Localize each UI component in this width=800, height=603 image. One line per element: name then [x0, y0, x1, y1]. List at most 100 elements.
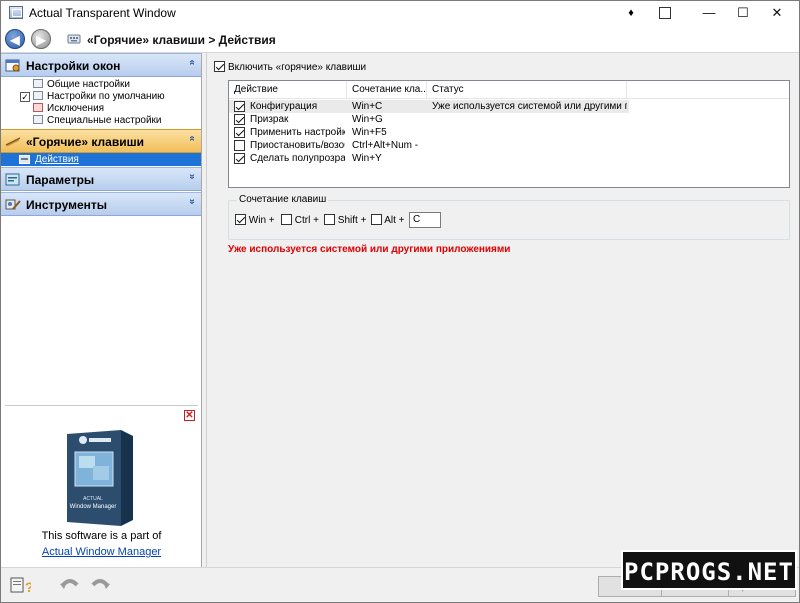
shortcut-value: Win+F5: [352, 127, 387, 138]
main-content: Включить «горячие» клавиши Действие Соче…: [206, 53, 799, 567]
box-product: Window Manager: [70, 504, 117, 510]
alt-label: Alt +: [384, 215, 405, 226]
actions-icon: [19, 155, 30, 164]
actual-window-manager-link[interactable]: Actual Window Manager: [42, 546, 161, 558]
app-window: Actual Transparent Window ♦ — ☐ ✕ ◀ ▶ «Г…: [0, 0, 800, 603]
shortcut-value: Ctrl+Alt+Num -: [352, 140, 419, 151]
tree-item-special[interactable]: Специальные настройки: [33, 115, 162, 127]
section-label: Инструменты: [26, 198, 108, 212]
tree-item-label: Исключения: [47, 103, 105, 114]
chevron-up-icon[interactable]: »: [187, 136, 198, 142]
column-header-status[interactable]: Статус: [427, 81, 627, 99]
navigation-bar: ◀ ▶ «Горячие» клавиши > Действия: [1, 25, 799, 53]
section-window-settings[interactable]: Настройки окон »: [1, 53, 201, 77]
list-item[interactable]: Применить настройки... Win+F5: [229, 126, 629, 139]
rollup-icon[interactable]: [659, 7, 671, 19]
actions-list[interactable]: Действие Сочетание кла... Статус Конфигу…: [228, 80, 790, 188]
row-checkbox[interactable]: [234, 140, 245, 151]
group-title: Сочетание клавиш: [237, 194, 329, 205]
shift-label: Shift +: [337, 215, 367, 226]
row-checkbox[interactable]: [234, 101, 245, 112]
tree-item-label: Общие настройки: [47, 79, 130, 90]
close-icon[interactable]: ✕: [184, 410, 195, 421]
shift-checkbox[interactable]: [324, 214, 335, 225]
row-checkbox[interactable]: [234, 153, 245, 164]
shortcut-value: Win+C: [352, 101, 383, 112]
win-label: Win +: [248, 215, 275, 226]
win-modifier[interactable]: Win +: [235, 214, 275, 226]
column-header-shortcut[interactable]: Сочетание кла...: [347, 81, 427, 99]
key-input[interactable]: C: [409, 212, 441, 228]
section-parameters[interactable]: Параметры »: [1, 167, 201, 191]
shortcut-value: Win+Y: [352, 153, 382, 164]
list-item[interactable]: Конфигурация Win+C Уже используется сист…: [229, 100, 629, 113]
tree-item-general[interactable]: Общие настройки: [33, 79, 130, 91]
forward-button[interactable]: ▶: [31, 29, 51, 49]
tree-item-label: Настройки по умолчанию: [47, 91, 165, 102]
section-label: Настройки окон: [26, 59, 121, 73]
ctrl-modifier[interactable]: Ctrl +: [281, 214, 319, 226]
status-value: Уже используется системой или другими пр…: [432, 101, 627, 112]
enable-hotkeys-label: Включить «горячие» клавиши: [228, 62, 367, 73]
tree-item-actions[interactable]: Действия: [1, 153, 201, 166]
title-bar[interactable]: Actual Transparent Window ♦ — ☐ ✕: [1, 1, 799, 25]
key-combination-group: Сочетание клавиш Win + Ctrl + Shift + Al…: [228, 194, 790, 240]
section-label: Параметры: [26, 173, 95, 187]
exclusions-icon: [33, 103, 43, 112]
parameters-icon: [5, 173, 20, 186]
row-checkbox[interactable]: [234, 114, 245, 125]
tree-item-label: Специальные настройки: [47, 115, 162, 126]
window-title: Actual Transparent Window: [29, 6, 176, 20]
settings-page-icon: [33, 91, 43, 100]
svg-text:?: ?: [25, 579, 31, 595]
error-message: Уже используется системой или другими пр…: [228, 244, 511, 255]
breadcrumb: «Горячие» клавиши > Действия: [87, 33, 276, 47]
undo-icon[interactable]: [59, 575, 81, 595]
chevron-down-icon[interactable]: »: [187, 174, 198, 180]
enable-hotkeys-row[interactable]: Включить «горячие» клавиши: [214, 61, 366, 73]
close-button[interactable]: ✕: [755, 1, 799, 25]
keyboard-icon: [67, 34, 81, 44]
alt-modifier[interactable]: Alt +: [371, 214, 405, 226]
section-tools[interactable]: Инструменты »: [1, 192, 201, 216]
tools-icon: [5, 199, 21, 210]
list-item[interactable]: Призрак Win+G: [229, 113, 629, 126]
section-label: «Горячие» клавиши: [26, 135, 144, 149]
alt-checkbox[interactable]: [371, 214, 382, 225]
action-name: Призрак: [250, 114, 289, 125]
column-header-action[interactable]: Действие: [229, 81, 347, 99]
chevron-up-icon[interactable]: »: [187, 60, 198, 66]
settings-page-icon: [33, 115, 43, 124]
enable-hotkeys-checkbox[interactable]: [214, 61, 225, 72]
product-box-image: ACTUAL Window Manager: [67, 430, 133, 526]
settings-page-icon: [33, 79, 43, 88]
shift-modifier[interactable]: Shift +: [324, 214, 366, 226]
promo-panel: ✕ ACTUAL Window Manager This software is…: [5, 405, 198, 564]
win-checkbox[interactable]: [235, 214, 246, 225]
app-window-icon: [9, 6, 23, 19]
box-brand: ACTUAL: [83, 496, 103, 502]
chevron-down-icon[interactable]: »: [187, 199, 198, 205]
tree-item-defaults[interactable]: Настройки по умолчанию: [33, 91, 165, 103]
tree-item-exclusions[interactable]: Исключения: [33, 103, 104, 115]
list-header: Действие Сочетание кла... Статус: [229, 81, 789, 99]
default-settings-checkbox[interactable]: ✓: [20, 92, 30, 102]
pin-icon[interactable]: ♦: [625, 7, 637, 19]
window-settings-icon: [5, 59, 20, 72]
action-name: Применить настройки...: [250, 127, 345, 138]
help-icon[interactable]: ?: [9, 575, 31, 595]
list-item[interactable]: Приостановить/возоб... Ctrl+Alt+Num -: [229, 139, 629, 152]
watermark-badge: PCPROGS.NET: [621, 550, 797, 590]
tree-item-label: Действия: [35, 154, 79, 165]
hotkey-icon: [5, 137, 21, 147]
redo-icon[interactable]: [89, 575, 111, 595]
action-name: Сделать полупрозрач...: [250, 153, 345, 164]
ctrl-checkbox[interactable]: [281, 214, 292, 225]
row-checkbox[interactable]: [234, 127, 245, 138]
promo-text: This software is a part of: [41, 530, 162, 542]
back-button[interactable]: ◀: [5, 29, 25, 49]
list-item[interactable]: Сделать полупрозрач... Win+Y: [229, 152, 629, 165]
sidebar: Настройки окон » Общие настройки ✓ Настр…: [1, 53, 202, 567]
section-hotkeys[interactable]: «Горячие» клавиши »: [1, 129, 201, 153]
shortcut-value: Win+G: [352, 114, 383, 125]
